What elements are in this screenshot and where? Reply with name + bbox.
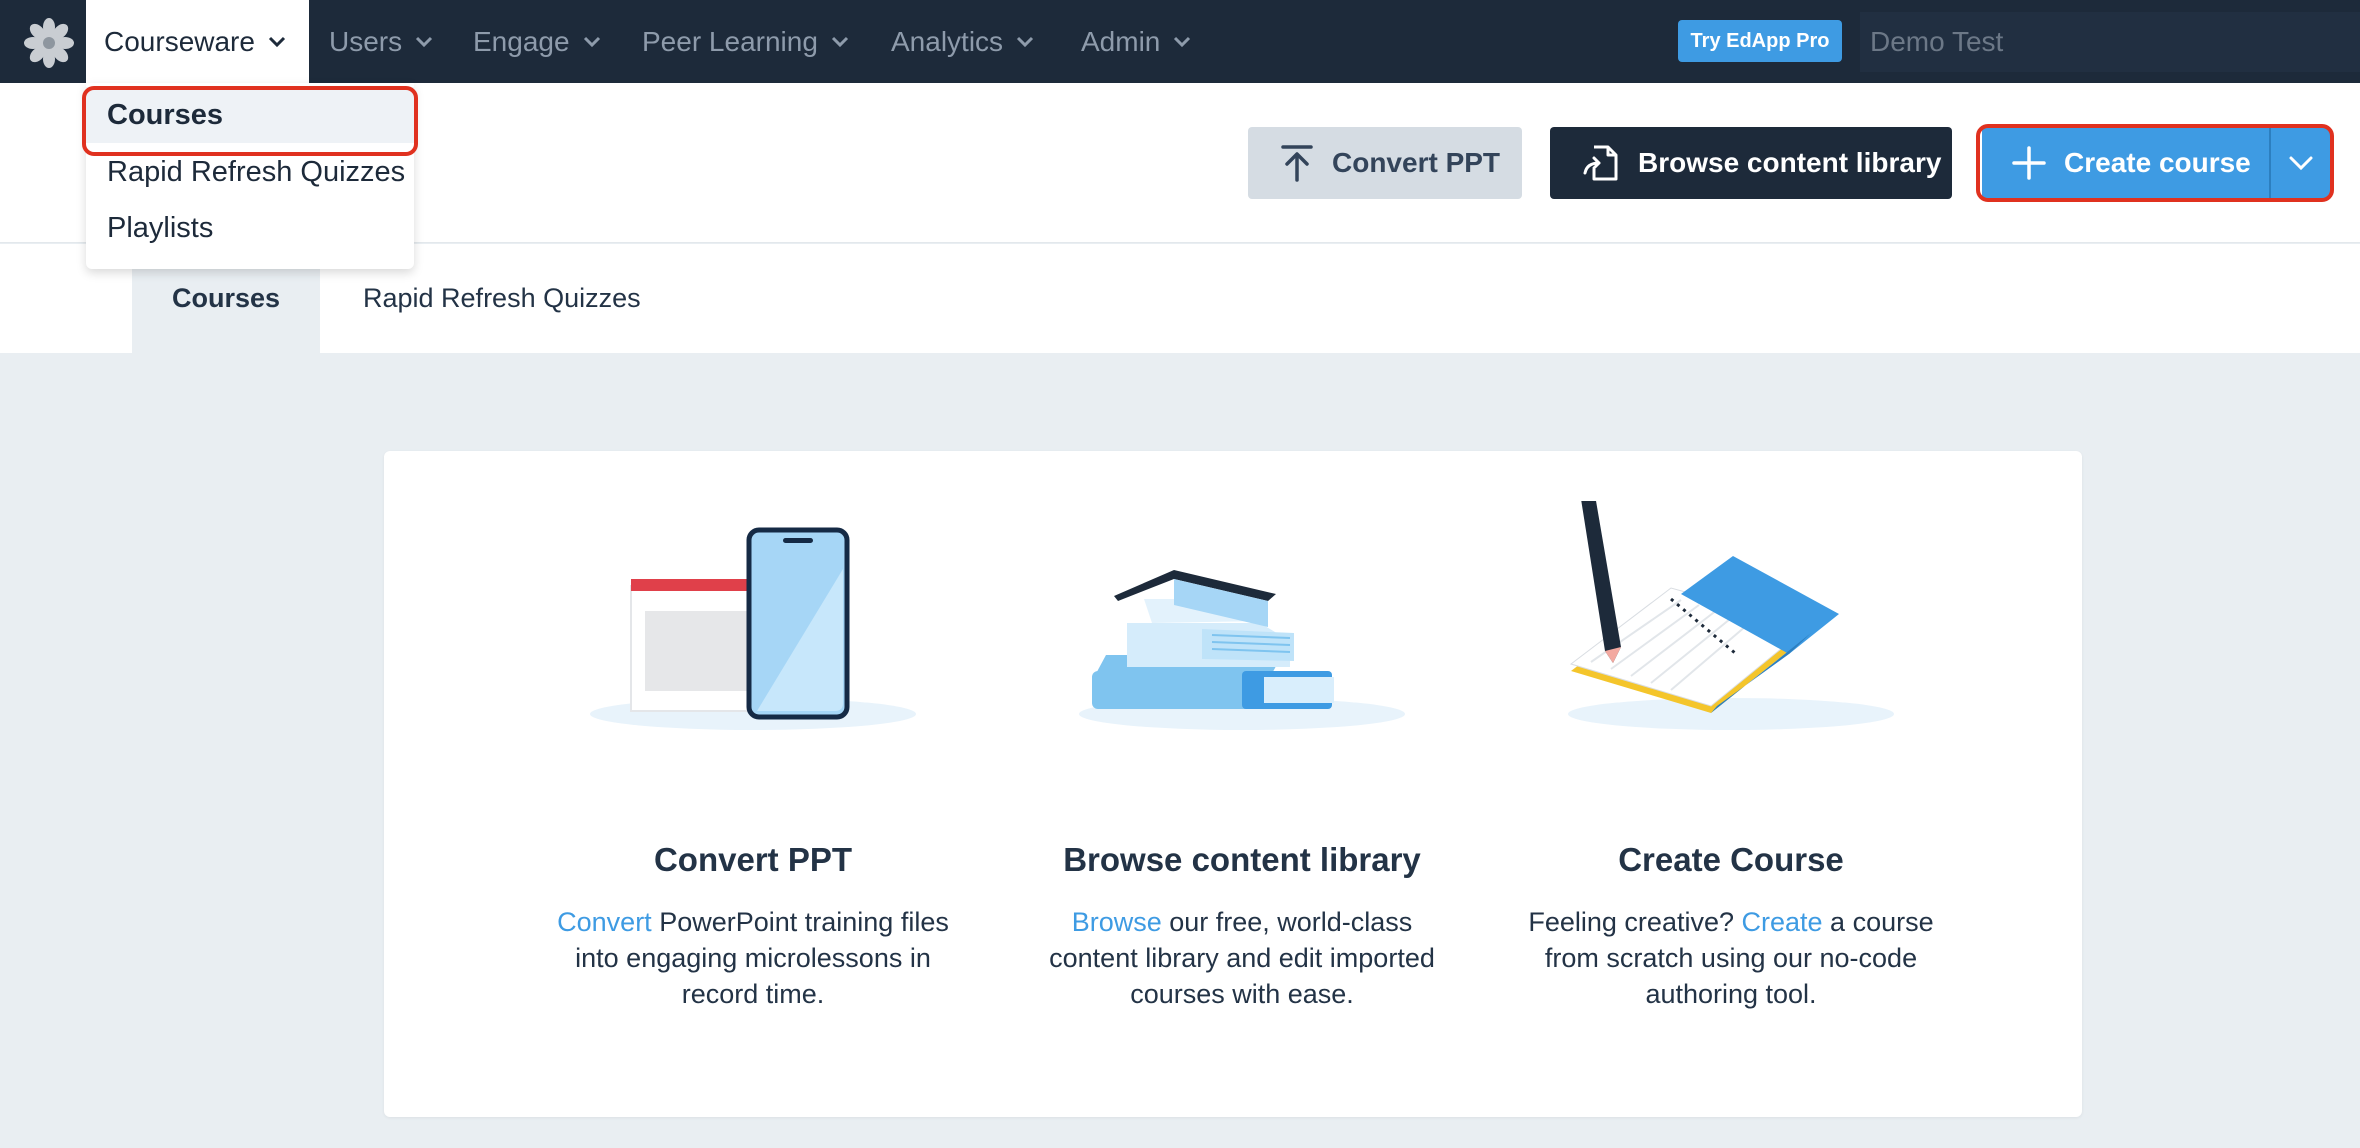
nav-peer-learning-label: Peer Learning <box>642 25 818 57</box>
menu-item-courses[interactable]: Courses <box>86 87 414 143</box>
courseware-dropdown-menu: Courses Rapid Refresh Quizzes Playlists <box>86 83 414 269</box>
menu-item-courses-label: Courses <box>107 98 224 131</box>
convert-ppt-option: Convert PPT Convert PowerPoint training … <box>543 451 963 1117</box>
convert-ppt-title: Convert PPT <box>653 841 853 878</box>
nav-analytics[interactable]: Analytics <box>891 0 1035 83</box>
chevron-down-icon <box>831 36 848 47</box>
account-name: Demo Test <box>1870 26 2004 57</box>
convert-ppt-label: Convert PPT <box>1332 147 1501 178</box>
create-course-dropdown-toggle[interactable] <box>2271 127 2330 199</box>
tab-courses-label: Courses <box>171 283 281 313</box>
nav-analytics-label: Analytics <box>891 25 1004 57</box>
upload-icon <box>1280 144 1314 182</box>
create-course-pre-text: Feeling creative? <box>1528 907 1742 937</box>
convert-ppt-button[interactable]: Convert PPT <box>1248 127 1522 199</box>
create-course-button[interactable]: Create course <box>1982 127 2330 199</box>
create-course-option: Create Course Feeling creative? Create a… <box>1521 451 1941 1117</box>
nav-engage[interactable]: Engage <box>473 0 602 83</box>
browse-library-description: Browse our free, world-class content lib… <box>1032 904 1452 1012</box>
browse-library-option: Browse content library Browse our free, … <box>1032 451 1452 1117</box>
create-course-title: Create Course <box>1618 841 1844 878</box>
notebook-pencil-illustration <box>1568 501 1894 730</box>
nav-users-label: Users <box>329 25 403 57</box>
nav-courseware[interactable]: Courseware <box>86 0 309 83</box>
create-link[interactable]: Create <box>1742 907 1823 937</box>
create-course-main[interactable]: Create course <box>1982 127 2269 199</box>
chevron-down-icon <box>1174 36 1191 47</box>
browse-link[interactable]: Browse <box>1072 907 1162 937</box>
nav-users[interactable]: Users <box>329 0 434 83</box>
app-logo-icon[interactable] <box>22 16 76 70</box>
chevron-down-icon <box>1016 36 1034 47</box>
menu-item-playlists-label: Playlists <box>107 212 214 244</box>
convert-ppt-description: Convert PowerPoint training files into e… <box>543 904 963 1012</box>
menu-item-playlists[interactable]: Playlists <box>107 212 213 245</box>
chevron-down-icon <box>268 36 286 47</box>
empty-state-card: Convert PPT Convert PowerPoint training … <box>384 451 2082 1117</box>
file-import-icon <box>1582 143 1620 183</box>
browse-library-button[interactable]: Browse content library <box>1550 127 1952 199</box>
create-course-description: Feeling creative? Create a course from s… <box>1521 904 1941 1012</box>
chevron-down-icon <box>583 36 600 47</box>
plus-icon <box>2012 146 2046 180</box>
try-pro-button[interactable]: Try EdApp Pro <box>1678 20 1842 62</box>
nav-courseware-label: Courseware <box>104 25 255 57</box>
nav-peer-learning[interactable]: Peer Learning <box>642 0 850 83</box>
nav-engage-label: Engage <box>473 25 570 57</box>
nav-admin[interactable]: Admin <box>1081 0 1192 83</box>
browse-library-label: Browse content library <box>1638 147 1942 178</box>
chevron-down-icon <box>416 36 433 47</box>
browse-library-title: Browse content library <box>1063 841 1421 878</box>
books-stack-illustration <box>1079 570 1405 730</box>
top-nav: Courseware Users Engage Peer Learning An… <box>0 0 2360 83</box>
convert-link[interactable]: Convert <box>557 907 652 937</box>
menu-item-rapid-refresh-quizzes[interactable]: Rapid Refresh Quizzes <box>107 156 405 189</box>
menu-item-rrq-label: Rapid Refresh Quizzes <box>107 156 406 188</box>
phone-presentation-illustration <box>590 527 916 730</box>
create-course-label: Create course <box>2064 147 2251 178</box>
account-selector[interactable]: Demo Test <box>1860 12 2360 72</box>
nav-admin-label: Admin <box>1081 25 1161 57</box>
tab-rrq-label: Rapid Refresh Quizzes <box>363 283 641 313</box>
chevron-down-icon <box>2289 156 2312 171</box>
